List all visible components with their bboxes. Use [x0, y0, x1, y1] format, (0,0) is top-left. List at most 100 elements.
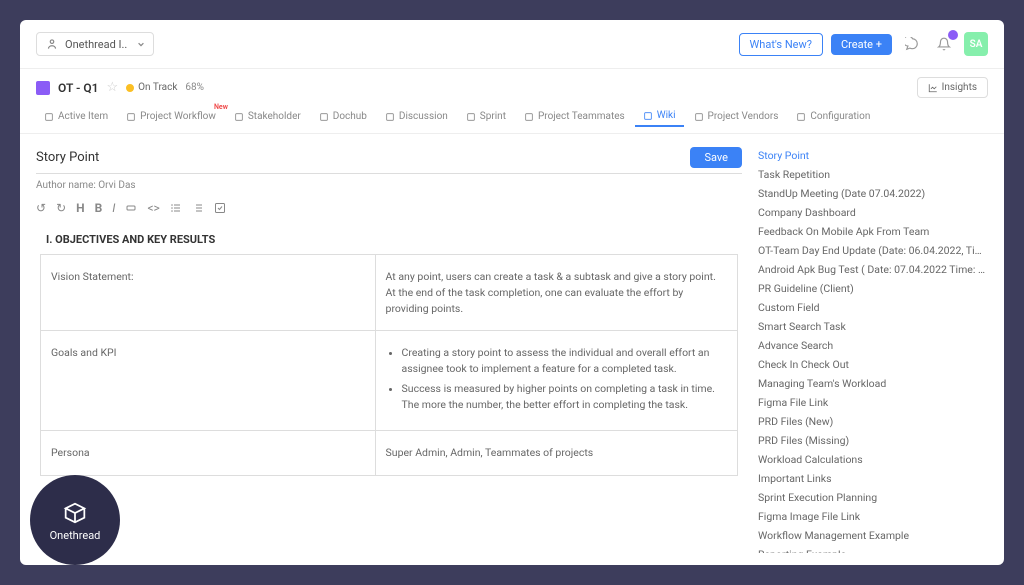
tab-label: Project Vendors: [708, 111, 779, 122]
row-label[interactable]: Vision Statement:: [41, 255, 376, 331]
project-header: OT - Q1 ☆ On Track 68% Insights: [20, 69, 1004, 106]
insights-label: Insights: [942, 82, 977, 93]
company-name: Onethread I..: [65, 38, 127, 51]
sidebar-item[interactable]: OT-Team Day End Update (Date: 06.04.2022…: [758, 241, 988, 260]
bold-icon[interactable]: B: [95, 201, 103, 215]
create-button[interactable]: Create +: [831, 34, 892, 55]
editor-content[interactable]: I. OBJECTIVES AND KEY RESULTS Vision Sta…: [36, 225, 742, 553]
list-item: Creating a story point to assess the ind…: [402, 345, 727, 377]
sidebar-item[interactable]: PR Guideline (Client): [758, 279, 988, 298]
content-area: Save Author name: Orvi Das ↺ ↻ H B I <>: [20, 134, 1004, 565]
users-icon: [524, 112, 534, 122]
tab-label: Sprint: [480, 111, 506, 122]
refresh-icon: [466, 112, 476, 122]
sidebar-item[interactable]: Advance Search: [758, 336, 988, 355]
row-label[interactable]: Persona: [41, 431, 376, 476]
undo-icon[interactable]: ↺: [36, 201, 46, 215]
app-window: Onethread I.. What's New? Create + SA OT…: [20, 20, 1004, 565]
sidebar-item[interactable]: PRD Files (Missing): [758, 431, 988, 450]
sidebar-item[interactable]: Workflow Management Example: [758, 526, 988, 545]
tab-project-vendors[interactable]: Project Vendors: [686, 107, 787, 126]
row-label[interactable]: Goals and KPI: [41, 331, 376, 431]
sidebar-item[interactable]: Smart Search Task: [758, 317, 988, 336]
company-selector[interactable]: Onethread I..: [36, 32, 154, 56]
tab-sprint[interactable]: Sprint: [458, 107, 514, 126]
row-content[interactable]: Creating a story point to assess the ind…: [375, 331, 737, 431]
sidebar-item[interactable]: StandUp Meeting (Date 07.04.2022): [758, 184, 988, 203]
tab-label: Project Teammates: [538, 111, 625, 122]
table-row: PersonaSuper Admin, Admin, Teammates of …: [41, 431, 738, 476]
author-label: Author name:: [36, 180, 96, 191]
top-bar-right: What's New? Create + SA: [739, 32, 988, 56]
tab-configuration[interactable]: Configuration: [788, 107, 878, 126]
chat-icon[interactable]: [900, 32, 924, 56]
save-button[interactable]: Save: [690, 147, 742, 168]
code-icon[interactable]: <>: [147, 201, 159, 215]
tab-label: Configuration: [810, 111, 870, 122]
sidebar-item[interactable]: Task Repetition: [758, 165, 988, 184]
bullet-list-icon[interactable]: [170, 202, 182, 214]
list-item: Success is measured by higher points on …: [402, 381, 727, 413]
sidebar-item[interactable]: Workload Calculations: [758, 450, 988, 469]
sidebar-item[interactable]: Figma File Link: [758, 393, 988, 412]
sidebar-item[interactable]: Custom Field: [758, 298, 988, 317]
logo-icon: [61, 499, 89, 527]
message-icon: [385, 112, 395, 122]
link-icon[interactable]: [125, 202, 137, 214]
checkbox-icon[interactable]: [214, 202, 226, 214]
wiki-sidebar: Story PointTask RepetitionStandUp Meetin…: [758, 146, 988, 553]
wiki-title-input[interactable]: [36, 146, 682, 169]
editor-toolbar: ↺ ↻ H B I <>: [36, 197, 742, 225]
tab-wiki[interactable]: Wiki: [635, 106, 684, 127]
tab-stakeholder[interactable]: Stakeholder: [226, 107, 309, 126]
list-icon: [44, 112, 54, 122]
heading-icon[interactable]: H: [76, 201, 84, 215]
tab-label: Project Workflow: [140, 111, 216, 122]
status-badge[interactable]: On Track: [126, 82, 177, 93]
sidebar-item[interactable]: Story Point: [758, 146, 988, 165]
sidebar-item[interactable]: Figma Image File Link: [758, 507, 988, 526]
tab-project-teammates[interactable]: Project Teammates: [516, 107, 633, 126]
project-icon: [36, 81, 50, 95]
user-avatar[interactable]: SA: [964, 32, 988, 56]
content-table: Vision Statement:At any point, users can…: [40, 254, 738, 476]
sidebar-item[interactable]: PRD Files (New): [758, 412, 988, 431]
tab-discussion[interactable]: Discussion: [377, 107, 456, 126]
tab-dochub[interactable]: Dochub: [311, 107, 375, 126]
sidebar-item[interactable]: Company Dashboard: [758, 203, 988, 222]
title-row: Save: [36, 146, 742, 174]
whats-new-button[interactable]: What's New?: [739, 33, 823, 56]
tab-active-item[interactable]: Active Item: [36, 107, 116, 126]
company-icon: [45, 37, 59, 51]
logo-text: Onethread: [50, 529, 101, 542]
onethread-logo: Onethread: [30, 475, 120, 565]
author-line: Author name: Orvi Das: [36, 174, 742, 197]
project-header-left: OT - Q1 ☆ On Track 68%: [36, 80, 204, 95]
main-panel: Save Author name: Orvi Das ↺ ↻ H B I <>: [36, 146, 742, 553]
folder-icon: [319, 112, 329, 122]
star-icon[interactable]: ☆: [107, 80, 119, 95]
sidebar-item[interactable]: Feedback On Mobile Apk From Team: [758, 222, 988, 241]
insights-button[interactable]: Insights: [917, 77, 988, 98]
redo-icon[interactable]: ↻: [56, 201, 66, 215]
row-content[interactable]: At any point, users can create a task & …: [375, 255, 737, 331]
table-row: Goals and KPI Creating a story point to a…: [41, 331, 738, 431]
tab-label: Wiki: [657, 110, 676, 121]
row-content[interactable]: Super Admin, Admin, Teammates of project…: [375, 431, 737, 476]
tab-row: Active Item Project WorkflowNewStakeholde…: [20, 106, 1004, 134]
italic-icon[interactable]: I: [112, 201, 115, 215]
user-icon: [234, 112, 244, 122]
sidebar-item[interactable]: Important Links: [758, 469, 988, 488]
tab-label: Active Item: [58, 111, 108, 122]
sidebar-item[interactable]: Android Apk Bug Test ( Date: 07.04.2022 …: [758, 260, 988, 279]
sidebar-item[interactable]: Reporting Example: [758, 545, 988, 553]
sidebar-item[interactable]: Check In Check Out: [758, 355, 988, 374]
tab-project-workflow[interactable]: Project WorkflowNew: [118, 107, 224, 126]
ordered-list-icon[interactable]: [192, 202, 204, 214]
progress-text: 68%: [185, 82, 204, 93]
sidebar-item[interactable]: Managing Team's Workload: [758, 374, 988, 393]
table-row: Vision Statement:At any point, users can…: [41, 255, 738, 331]
sidebar-item[interactable]: Sprint Execution Planning: [758, 488, 988, 507]
gear-icon: [796, 112, 806, 122]
notification-icon[interactable]: [932, 32, 956, 56]
